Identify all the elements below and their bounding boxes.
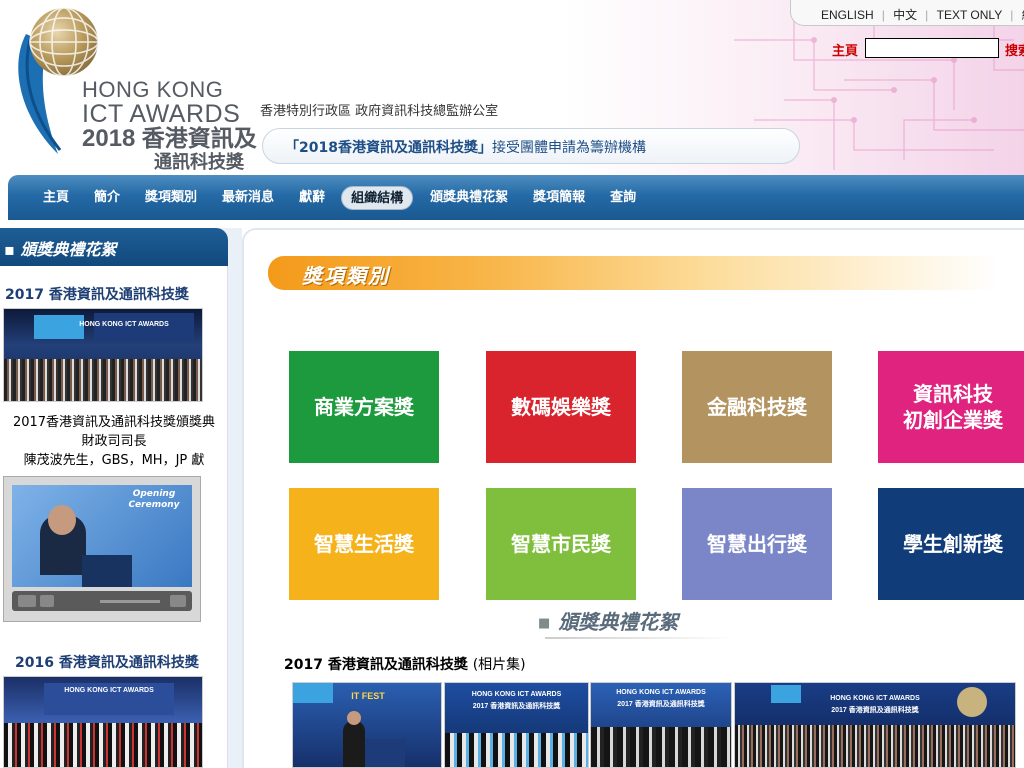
main-nav: 主頁 簡介 獎項類別 最新消息 獻辭 組織結構 頒獎典禮花絮 獎項簡報 查詢: [8, 175, 1024, 220]
gallery-photo-3[interactable]: HONG KONG ICT AWARDS 2017 香港資訊及通訊科技獎: [590, 682, 732, 768]
search-input[interactable]: [865, 38, 999, 58]
lang-text-only-link[interactable]: TEXT ONLY: [937, 8, 1003, 22]
nav-item-ceremony-highlights[interactable]: 頒獎典禮花絮: [417, 175, 520, 220]
logo-zh-2: 通訊科技獎: [154, 152, 244, 172]
gallery-divider: [545, 637, 735, 639]
gallery-2-banner: HONG KONG ICT AWARDS: [471, 691, 562, 698]
volume-icon[interactable]: [170, 595, 186, 607]
gallery-heading-text: 頒獎典禮花絮: [558, 610, 679, 634]
lang-chinese-link[interactable]: 中文: [893, 8, 917, 22]
award-label: 商業方案獎: [314, 395, 414, 419]
nav-item-messages[interactable]: 獻辭: [286, 175, 337, 220]
speaker-head: [48, 505, 76, 535]
nav-item-intro[interactable]: 簡介: [81, 175, 132, 220]
logo-year: 2018: [82, 125, 136, 152]
department-name: 香港特別行政區 政府資訊科技總監辦公室: [260, 104, 499, 119]
square-bullet-icon: ■: [538, 616, 551, 631]
nav-item-award-categories[interactable]: 獎項類別: [132, 175, 209, 220]
nav-item-home[interactable]: 主頁: [30, 175, 81, 220]
home-link[interactable]: 主頁: [832, 40, 858, 59]
lang-separator: |: [925, 8, 929, 22]
sidebar-heading: ▪ 頒獎典禮花絮: [4, 240, 117, 259]
gallery-globe-icon: [957, 687, 987, 717]
video-caption-line2: 財政司司長: [81, 434, 147, 449]
video-player[interactable]: Opening Ceremony: [3, 476, 201, 622]
lang-separator: |: [881, 8, 885, 22]
language-bar: ENGLISH| 中文| TEXT ONLY| 純: [790, 0, 1024, 26]
award-digital-entertainment[interactable]: 數碼娛樂獎: [486, 351, 636, 463]
lang-separator: |: [1010, 8, 1014, 22]
nav-item-organization[interactable]: 組織結構: [341, 185, 414, 210]
video-controls: [12, 591, 192, 611]
gallery-4-banner-zh: 2017 香港資訊及通訊科技獎: [831, 707, 919, 714]
section-header-award-categories: 獎項類別: [268, 256, 998, 290]
gallery-3-banner: HONG KONG ICT AWARDS: [616, 689, 706, 696]
seek-bar[interactable]: [100, 600, 160, 603]
gallery-3-banner-zh: 2017 香港資訊及通訊科技獎: [617, 701, 705, 708]
award-label: 金融科技獎: [707, 395, 807, 419]
award-fintech[interactable]: 金融科技獎: [682, 351, 832, 463]
award-student-innovation[interactable]: 學生創新獎: [878, 488, 1024, 600]
photo-set-bold: 2017 香港資訊及通訊科技獎: [284, 657, 468, 673]
gallery-photo-4[interactable]: HONG KONG ICT AWARDS 2017 香港資訊及通訊科技獎: [734, 682, 1016, 768]
announcement-banner[interactable]: 「2018香港資訊及通訊科技獎」接受團體申請為籌辦機構: [262, 128, 800, 164]
video-caption-line1[interactable]: 2017香港資訊及通訊科技獎頒獎典: [0, 414, 228, 432]
section-title: 獎項類別: [302, 264, 390, 288]
sidebar-heading-text: 頒獎典禮花絮: [20, 240, 117, 259]
logo-line-1: HONG KONG: [82, 77, 224, 102]
announcement-rest: 接受團體申請為籌辦機構: [491, 140, 646, 156]
award-label: 數碼娛樂獎: [511, 395, 611, 419]
award-label: 智慧出行獎: [707, 532, 807, 556]
gallery-1-banner: IT FEST: [351, 691, 385, 701]
sidebar-photo-2016[interactable]: HONG KONG ICT AWARDS: [3, 676, 203, 768]
gallery-2-banner-zh: 2017 香港資訊及通訊科技獎: [472, 703, 561, 710]
award-label: 智慧生活獎: [314, 532, 414, 556]
left-sidebar: ▪ 頒獎典禮花絮 2017 香港資訊及通訊科技獎 HONG KONG ICT A…: [0, 228, 240, 768]
nav-item-award-briefing[interactable]: 獎項簡報: [520, 175, 597, 220]
podium: [82, 555, 132, 587]
photo-set-plain: (相片集): [472, 657, 526, 673]
logo-wordmark: HONG KONG ICT AWARDS 2018 香港資訊及 通訊科技獎: [82, 78, 257, 173]
sidebar-gutter: [228, 228, 242, 768]
logo-zh-1: 香港資訊及: [141, 125, 257, 151]
award-business-solutions[interactable]: 商業方案獎: [289, 351, 439, 463]
gallery-4-banner: HONG KONG ICT AWARDS: [830, 695, 920, 702]
search-button[interactable]: 搜索: [1005, 40, 1024, 59]
video-frame: Opening Ceremony: [12, 485, 192, 587]
logo-line-2: ICT AWARDS: [82, 100, 241, 128]
award-label: 智慧市民獎: [511, 532, 611, 556]
sidebar-header: ▪ 頒獎典禮花絮: [0, 228, 228, 266]
sidebar-2016-banner: HONG KONG ICT AWARDS: [64, 687, 154, 694]
photo-set-label[interactable]: 2017 香港資訊及通訊科技獎 (相片集): [284, 654, 526, 674]
gallery-heading: ■ 頒獎典禮花絮: [538, 606, 678, 635]
logo-line-3: 2018 香港資訊及: [82, 126, 257, 151]
nav-item-enquiry[interactable]: 查詢: [597, 175, 648, 220]
video-caption-line3: 陳茂波先生，GBS，MH，JP 獻: [23, 453, 205, 468]
award-smart-citizen[interactable]: 智慧市民獎: [486, 488, 636, 600]
lang-english-link[interactable]: ENGLISH: [821, 8, 874, 22]
award-label: 資訊科技 初創企業獎: [903, 382, 1003, 432]
nav-item-news[interactable]: 最新消息: [209, 175, 286, 220]
play-icon[interactable]: [18, 595, 36, 607]
stop-icon[interactable]: [40, 595, 54, 607]
award-ict-startup[interactable]: 資訊科技 初創企業獎: [878, 351, 1024, 463]
video-opening-text: Opening Ceremony: [128, 489, 180, 510]
gallery-photo-1[interactable]: IT FEST: [292, 682, 442, 768]
sidebar-photo-2017[interactable]: HONG KONG ICT AWARDS: [3, 308, 203, 402]
sidebar-year-2016-title[interactable]: 2016 香港資訊及通訊科技獎: [15, 652, 199, 672]
announcement-bold: 「2018香港資訊及通訊科技獎」: [285, 140, 492, 156]
sidebar-banner-text: HONG KONG ICT AWARDS: [79, 321, 169, 328]
sidebar-year-2017-title[interactable]: 2017 香港資訊及通訊科技獎: [5, 284, 189, 304]
site-header: HONG KONG ICT AWARDS 2018 香港資訊及 通訊科技獎 香港…: [0, 0, 1024, 176]
award-smart-mobility[interactable]: 智慧出行獎: [682, 488, 832, 600]
award-label: 學生創新獎: [903, 532, 1003, 556]
award-smart-living[interactable]: 智慧生活獎: [289, 488, 439, 600]
sidebar-panel: 2017 香港資訊及通訊科技獎 HONG KONG ICT AWARDS 201…: [0, 266, 228, 768]
gallery-photo-2[interactable]: HONG KONG ICT AWARDS 2017 香港資訊及通訊科技獎: [444, 682, 589, 768]
